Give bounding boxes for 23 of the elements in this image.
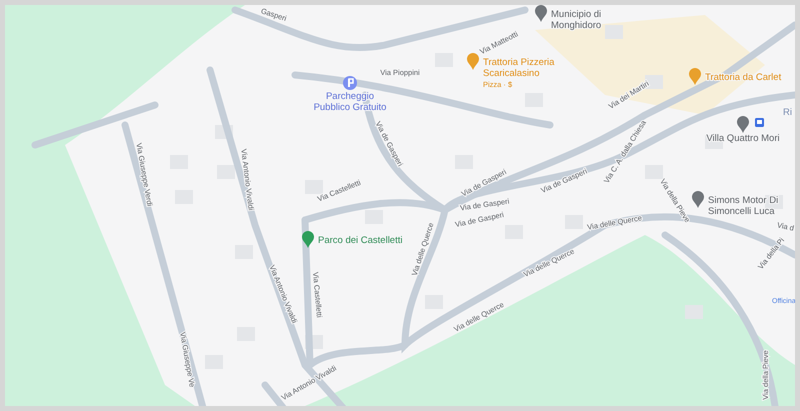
place-label[interactable]: Simoncelli Luca [708, 206, 775, 217]
place-label[interactable]: Parco dei Castelletti [318, 235, 402, 246]
place-label[interactable]: Scaricalasino [483, 68, 540, 79]
building [365, 210, 383, 224]
place-label[interactable]: Pubblico Gratuito [314, 102, 386, 113]
parking-icon[interactable] [343, 76, 357, 90]
restaurant-pin-icon[interactable] [467, 53, 479, 70]
place-label[interactable]: Monghidoro [551, 20, 602, 31]
place-label[interactable]: Simons Motor Di [708, 195, 778, 206]
bus-stop-icon[interactable] [755, 118, 764, 127]
location-pin-icon[interactable] [535, 5, 547, 22]
building [217, 165, 235, 179]
location-pin-icon[interactable] [737, 116, 749, 133]
tree-pin-icon[interactable] [302, 231, 314, 248]
location-pin-icon[interactable] [692, 191, 704, 208]
restaurant-pin-icon[interactable] [689, 68, 701, 85]
building [605, 25, 623, 39]
place-label[interactable]: Trattoria Pizzeria [483, 57, 554, 68]
place-label[interactable]: Trattoria da Carlet [705, 72, 782, 83]
place-label[interactable]: Municipio di [551, 9, 602, 20]
place-label[interactable]: Ri [783, 107, 792, 118]
place-label[interactable]: Villa Quattro Mori [706, 133, 780, 144]
place-label[interactable]: Parcheggio [326, 91, 374, 102]
